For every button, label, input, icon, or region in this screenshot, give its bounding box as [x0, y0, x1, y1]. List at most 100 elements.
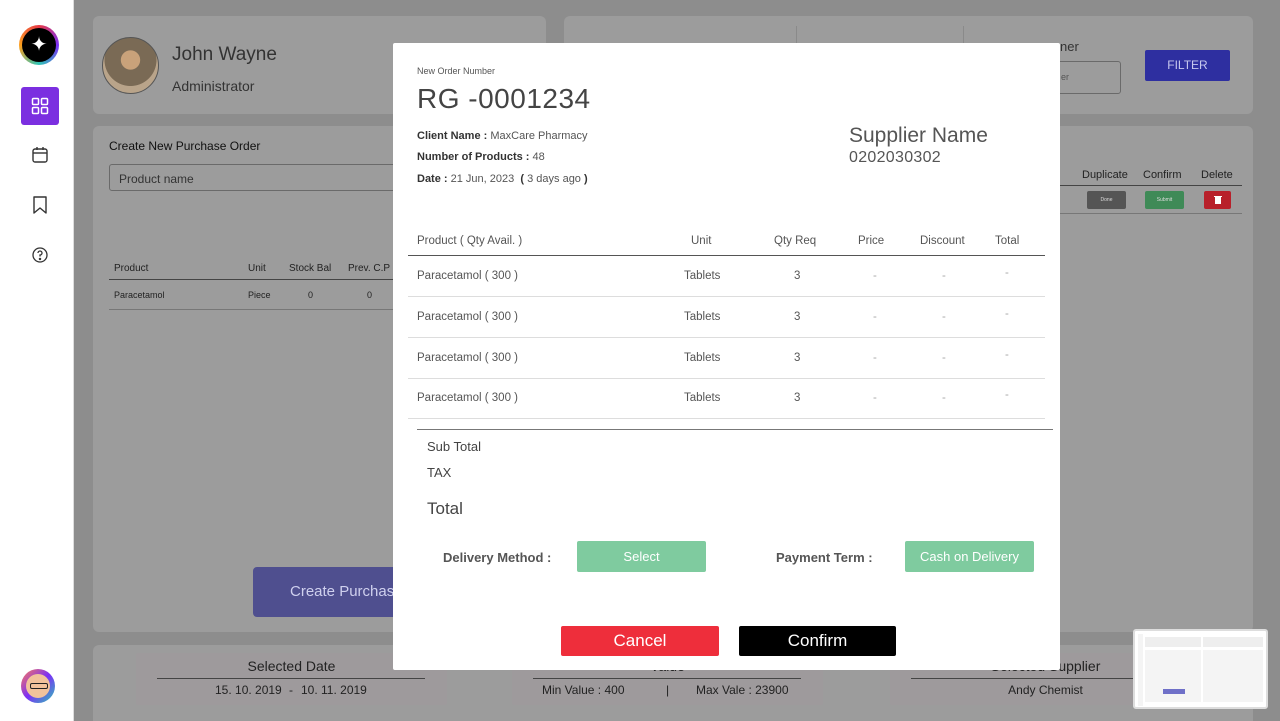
- delete-button[interactable]: [1204, 191, 1231, 209]
- payment-term-label: Payment Term :: [776, 550, 873, 565]
- payment-term-select[interactable]: Cash on Delivery: [905, 541, 1034, 572]
- row-product: Paracetamol ( 300 ): [417, 352, 518, 364]
- thumbnail-block: [1203, 637, 1263, 647]
- date-ago-open: (: [520, 173, 525, 185]
- sidebar-item-dashboard[interactable]: [21, 87, 59, 125]
- col-qty-req: Qty Req: [774, 235, 817, 247]
- col-unit: Unit: [691, 235, 712, 247]
- row-price: -: [873, 270, 877, 282]
- sparkle-icon: ✦: [22, 28, 56, 62]
- thumbnail-block: [1203, 650, 1263, 702]
- date-from: 15. 10. 2019: [215, 683, 282, 697]
- row-price: -: [873, 392, 877, 404]
- row-unit: Tablets: [684, 352, 721, 364]
- purchase-row-line: [109, 309, 399, 310]
- orders-header-line: [1060, 185, 1242, 186]
- row-qty: 3: [794, 352, 801, 364]
- duplicate-button[interactable]: Done: [1087, 191, 1126, 209]
- value-separator: |: [666, 683, 670, 697]
- create-purchase-button[interactable]: Create Purchas: [253, 567, 403, 617]
- subtotal-label: Sub Total: [427, 439, 481, 454]
- order-row[interactable]: Paracetamol ( 300 ) Tablets 3 - - -: [408, 338, 1045, 379]
- col-price: Price: [858, 235, 885, 247]
- orders-row-line: [1060, 213, 1242, 214]
- profile-role: Administrator: [172, 78, 255, 94]
- order-number-label: New Order Number: [417, 66, 496, 76]
- row-price: -: [873, 311, 877, 323]
- app-logo[interactable]: ✦: [19, 25, 59, 65]
- grid-icon: [31, 97, 49, 115]
- confirm-button[interactable]: Confirm: [739, 626, 896, 656]
- order-row[interactable]: Paracetamol ( 300 ) Tablets 3 - - -: [408, 256, 1045, 297]
- thumbnail-sidebar: [1138, 634, 1143, 706]
- product-name-placeholder: Product name: [119, 172, 194, 186]
- filter-button[interactable]: FILTER: [1145, 50, 1230, 81]
- purchase-cell: Paracetamol: [114, 290, 165, 300]
- date-label: Date :: [417, 173, 448, 185]
- col-unit: Unit: [248, 263, 266, 274]
- summary-divider: [417, 429, 1053, 430]
- delivery-method-select[interactable]: Select: [577, 541, 706, 572]
- date-separator: -: [289, 683, 293, 697]
- user-avatar[interactable]: [21, 669, 55, 703]
- sidebar-item-help[interactable]: [21, 236, 59, 274]
- supplier-name: Supplier Name: [849, 124, 988, 147]
- row-price: -: [873, 352, 877, 364]
- min-value: Min Value : 400: [542, 683, 625, 697]
- row-qty: 3: [794, 392, 801, 404]
- client-name-line: Client Name : MaxCare Pharmacy: [417, 130, 588, 142]
- order-number: RG -0001234: [417, 83, 591, 114]
- avatar-face: [26, 674, 50, 698]
- client-name-label: Client Name :: [417, 130, 488, 142]
- date-line: Date : 21 Jun, 2023 ( 3 days ago ): [417, 173, 588, 185]
- row-qty: 3: [794, 311, 801, 323]
- row-total: -: [1005, 308, 1009, 320]
- row-qty: 3: [794, 270, 801, 282]
- thumbnail-button: [1163, 689, 1185, 694]
- col-discount: Discount: [920, 235, 965, 247]
- product-name-input[interactable]: Product name: [109, 164, 409, 191]
- purchase-cell: 0: [308, 290, 314, 300]
- confirm-row-button[interactable]: Submit: [1145, 191, 1184, 209]
- sidebar-item-calendar[interactable]: [21, 136, 59, 174]
- thumbnail-block: [1145, 650, 1201, 702]
- col-confirm: Confirm: [1143, 169, 1182, 181]
- order-row[interactable]: Paracetamol ( 300 ) Tablets 3 - - -: [408, 297, 1045, 338]
- row-total: -: [1005, 389, 1009, 401]
- profile-name: John Wayne: [172, 44, 277, 65]
- row-discount: -: [942, 311, 946, 323]
- sidebar: ✦: [0, 0, 74, 721]
- row-product: Paracetamol ( 300 ): [417, 270, 518, 282]
- order-row[interactable]: Paracetamol ( 300 ) Tablets 3 - - -: [408, 378, 1045, 419]
- screen-thumbnail[interactable]: [1133, 629, 1268, 709]
- purchase-title: Create New Purchase Order: [109, 139, 261, 153]
- calendar-icon: [32, 147, 48, 163]
- row-product: Paracetamol ( 300 ): [417, 392, 518, 404]
- date-to: 10. 11. 2019: [301, 683, 367, 697]
- help-icon: [32, 247, 48, 263]
- trash-icon: [1213, 196, 1222, 204]
- products-count-value: 48: [532, 151, 545, 163]
- col-delete: Delete: [1201, 169, 1233, 181]
- profile-avatar: [102, 37, 159, 94]
- products-count-label: Number of Products :: [417, 151, 530, 163]
- products-count-line: Number of Products : 48: [417, 151, 545, 163]
- row-product: Paracetamol ( 300 ): [417, 311, 518, 323]
- thumbnail-block: [1145, 637, 1201, 647]
- row-total: -: [1005, 349, 1009, 361]
- max-value: Max Vale : 23900: [696, 683, 789, 697]
- purchase-cell: Piece: [248, 290, 271, 300]
- col-prev-cp: Prev. C.P: [348, 263, 391, 274]
- date-ago-close: ): [584, 173, 588, 185]
- sidebar-item-bookmark[interactable]: [21, 186, 59, 224]
- supplier-filter-placeholder: er: [1061, 72, 1070, 82]
- col-duplicate: Duplicate: [1082, 169, 1128, 181]
- bookmark-icon: [33, 196, 47, 214]
- row-discount: -: [942, 352, 946, 364]
- col-stock-bal: Stock Bal: [289, 263, 332, 274]
- col-product: Product: [114, 263, 149, 274]
- value-card-line: [533, 678, 801, 679]
- row-unit: Tablets: [684, 270, 721, 282]
- cancel-button[interactable]: Cancel: [561, 626, 719, 656]
- total-label: Total: [427, 499, 463, 518]
